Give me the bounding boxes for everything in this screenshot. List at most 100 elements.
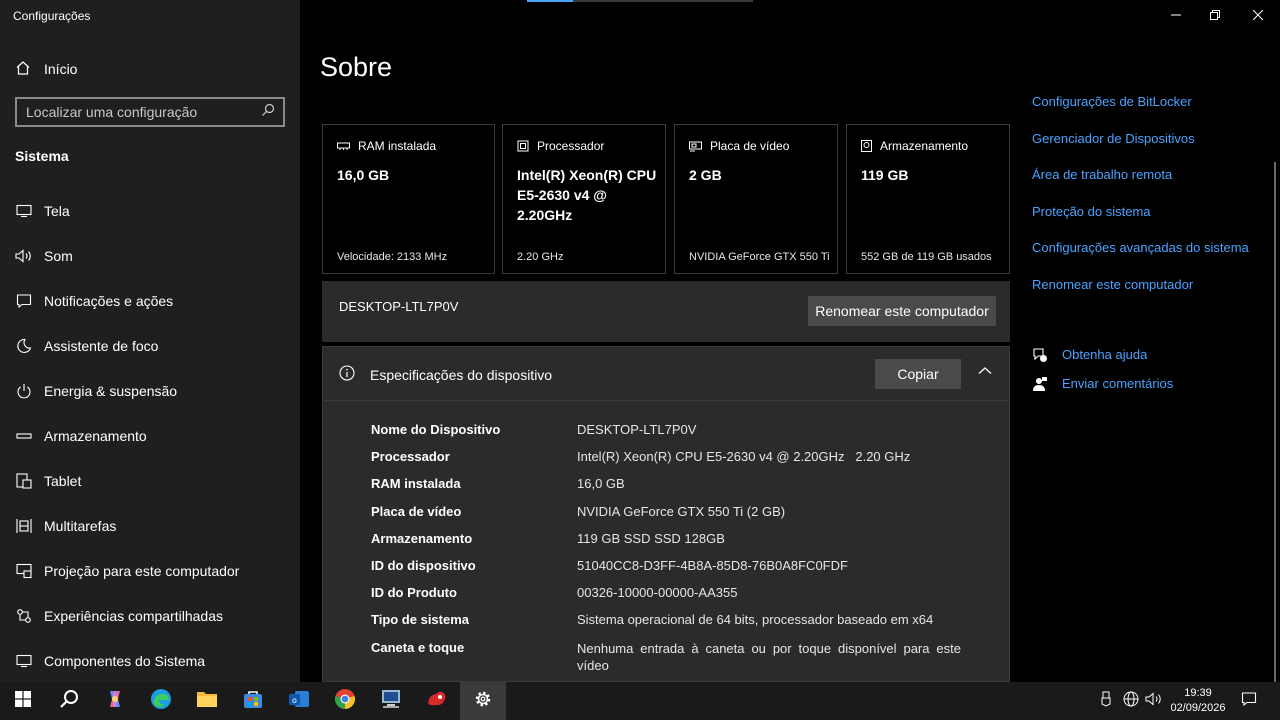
spec-key: ID do Produto — [371, 585, 457, 601]
gear-icon — [473, 689, 493, 714]
spec-value: 51040CC8-D3FF-4B8A-85D8-76B0A8FC0FDF — [577, 557, 848, 573]
sidebar-item-label: Multitarefas — [44, 517, 117, 534]
spec-row: ID do Produto 00326-10000-00000-AA355 — [371, 585, 971, 612]
feedback-icon — [1032, 376, 1050, 392]
sidebar-item-label: Notificações e ações — [44, 292, 174, 309]
taskbar: o 19:39 02/09/2026 — [0, 682, 1280, 720]
sidebar-item-assistente-de-foco[interactable]: Assistente de foco — [0, 323, 300, 368]
sidebar-item-label: Energia & suspensão — [44, 382, 178, 399]
taskbar-copilot[interactable] — [92, 682, 138, 720]
computer-icon — [380, 689, 402, 714]
link-remote-desktop[interactable]: Área de trabalho remota — [1032, 167, 1249, 204]
sidebar-item-experiencias[interactable]: Experiências compartilhadas — [0, 593, 300, 638]
storage-card: Armazenamento 119 GB 552 GB de 119 GB us… — [846, 124, 1010, 274]
card-value: 119 GB — [861, 167, 909, 183]
app-icon — [426, 689, 448, 714]
help-chat-icon — [1032, 347, 1050, 363]
sidebar-item-energia[interactable]: Energia & suspensão — [0, 368, 300, 413]
sidebar-item-label: Armazenamento — [44, 427, 147, 444]
cpu-icon — [517, 140, 529, 152]
spec-value: 16,0 GB — [577, 476, 625, 492]
link-device-manager[interactable]: Gerenciador de Dispositivos — [1032, 131, 1249, 168]
nav-list: Tela Som Notificações e ações Assistente… — [0, 188, 300, 683]
link-rename-computer[interactable]: Renomear este computador — [1032, 277, 1249, 314]
sidebar-item-som[interactable]: Som — [0, 233, 300, 278]
processor-card: Processador Intel(R) Xeon(R) CPU E5-2630… — [502, 124, 666, 274]
taskbar-red-app[interactable] — [414, 682, 460, 720]
spec-value: 119 GB SSD SSD 128GB — [577, 530, 725, 546]
card-sub: NVIDIA GeForce GTX 550 Ti — [689, 251, 830, 263]
gpu-card: Placa de vídeo 2 GB NVIDIA GeForce GTX 5… — [674, 124, 838, 274]
taskbar-search-button[interactable] — [46, 682, 92, 720]
notification-icon — [1241, 691, 1257, 712]
spec-value: Intel(R) Xeon(R) CPU E5-2630 v4 @ 2.20GH… — [577, 449, 911, 465]
start-button[interactable] — [0, 682, 46, 720]
taskbar-clock[interactable]: 19:39 02/09/2026 — [1166, 686, 1230, 716]
chevron-up-icon[interactable] — [978, 363, 992, 381]
minimize-icon — [1171, 7, 1181, 25]
taskbar-explorer[interactable] — [184, 682, 230, 720]
taskbar-outlook[interactable]: o — [276, 682, 322, 720]
home-label: Início — [44, 61, 78, 77]
spec-key: RAM instalada — [371, 476, 461, 492]
get-help-link[interactable]: Obtenha ajuda — [1032, 340, 1173, 369]
components-icon — [15, 652, 33, 670]
home-link[interactable]: Início — [15, 58, 77, 80]
scrollbar[interactable] — [1274, 162, 1276, 682]
taskbar-remote-app[interactable] — [368, 682, 414, 720]
link-system-protection[interactable]: Proteção do sistema — [1032, 204, 1249, 241]
minimize-button[interactable] — [1154, 0, 1198, 32]
notification-center-button[interactable] — [1241, 682, 1257, 720]
device-specs-panel: Especificações do dispositivo Copiar Nom… — [322, 346, 1010, 682]
sidebar-item-tela[interactable]: Tela — [0, 188, 300, 233]
help-section: Obtenha ajuda Enviar comentários — [1032, 340, 1173, 398]
tray-network[interactable] — [1123, 682, 1139, 720]
sidebar-item-label: Tela — [44, 202, 70, 219]
link-bitlocker[interactable]: Configurações de BitLocker — [1032, 94, 1249, 131]
power-icon — [15, 382, 33, 400]
search-box[interactable] — [15, 97, 285, 127]
send-feedback-link[interactable]: Enviar comentários — [1032, 369, 1173, 398]
copy-button[interactable]: Copiar — [875, 359, 961, 389]
spec-key: Armazenamento — [371, 530, 473, 546]
card-value: Intel(R) Xeon(R) CPU E5-2630 v4 @ 2.20GH… — [517, 167, 657, 223]
card-sub: 2.20 GHz — [517, 251, 564, 263]
search-input[interactable] — [26, 104, 261, 120]
usb-icon — [1100, 691, 1112, 712]
storage-icon — [15, 427, 33, 445]
spec-row: RAM instalada 16,0 GB — [371, 476, 971, 503]
taskbar-settings[interactable] — [460, 682, 506, 720]
edge-icon — [150, 688, 172, 715]
sidebar-item-armazenamento[interactable]: Armazenamento — [0, 413, 300, 458]
spec-value: Sistema operacional de 64 bits, processa… — [577, 612, 934, 628]
taskbar-store[interactable] — [230, 682, 276, 720]
spec-row: ID do dispositivo 51040CC8-D3FF-4B8A-85D8… — [371, 558, 971, 585]
tray-usb[interactable] — [1100, 682, 1112, 720]
link-advanced-settings[interactable]: Configurações avançadas do sistema — [1032, 240, 1249, 277]
page-title: Sobre — [320, 52, 393, 82]
sidebar: Configurações Início Sistema Tela Som No… — [0, 0, 300, 682]
spec-key: Tipo de sistema — [371, 612, 470, 628]
taskbar-chrome[interactable] — [322, 682, 368, 720]
close-button[interactable] — [1236, 0, 1280, 32]
device-name-box: DESKTOP-LTL7P0V Renomear este computador — [322, 281, 1010, 342]
device-specs-header[interactable]: Especificações do dispositivo Copiar — [323, 347, 1009, 401]
spec-value: Nenhuma entrada à caneta ou por toque di… — [577, 640, 961, 673]
search-icon[interactable] — [261, 103, 275, 122]
get-help-label: Obtenha ajuda — [1062, 347, 1148, 362]
sidebar-item-tablet[interactable]: Tablet — [0, 458, 300, 503]
spec-value: NVIDIA GeForce GTX 550 Ti (2 GB) — [577, 503, 786, 519]
sidebar-item-projecao[interactable]: Projeção para este computador — [0, 548, 300, 593]
card-label: Processador — [537, 139, 605, 153]
tray-volume[interactable] — [1145, 682, 1163, 720]
sidebar-item-componentes[interactable]: Componentes do Sistema — [0, 638, 300, 683]
taskbar-edge[interactable] — [138, 682, 184, 720]
restore-button[interactable] — [1193, 0, 1237, 32]
clock-time: 19:39 — [1184, 687, 1212, 699]
svg-text:o: o — [292, 695, 297, 704]
sidebar-item-notificacoes[interactable]: Notificações e ações — [0, 278, 300, 323]
gpu-icon — [689, 141, 702, 152]
folder-icon — [196, 690, 218, 713]
rename-computer-button[interactable]: Renomear este computador — [808, 296, 996, 326]
sidebar-item-multitarefas[interactable]: Multitarefas — [0, 503, 300, 548]
